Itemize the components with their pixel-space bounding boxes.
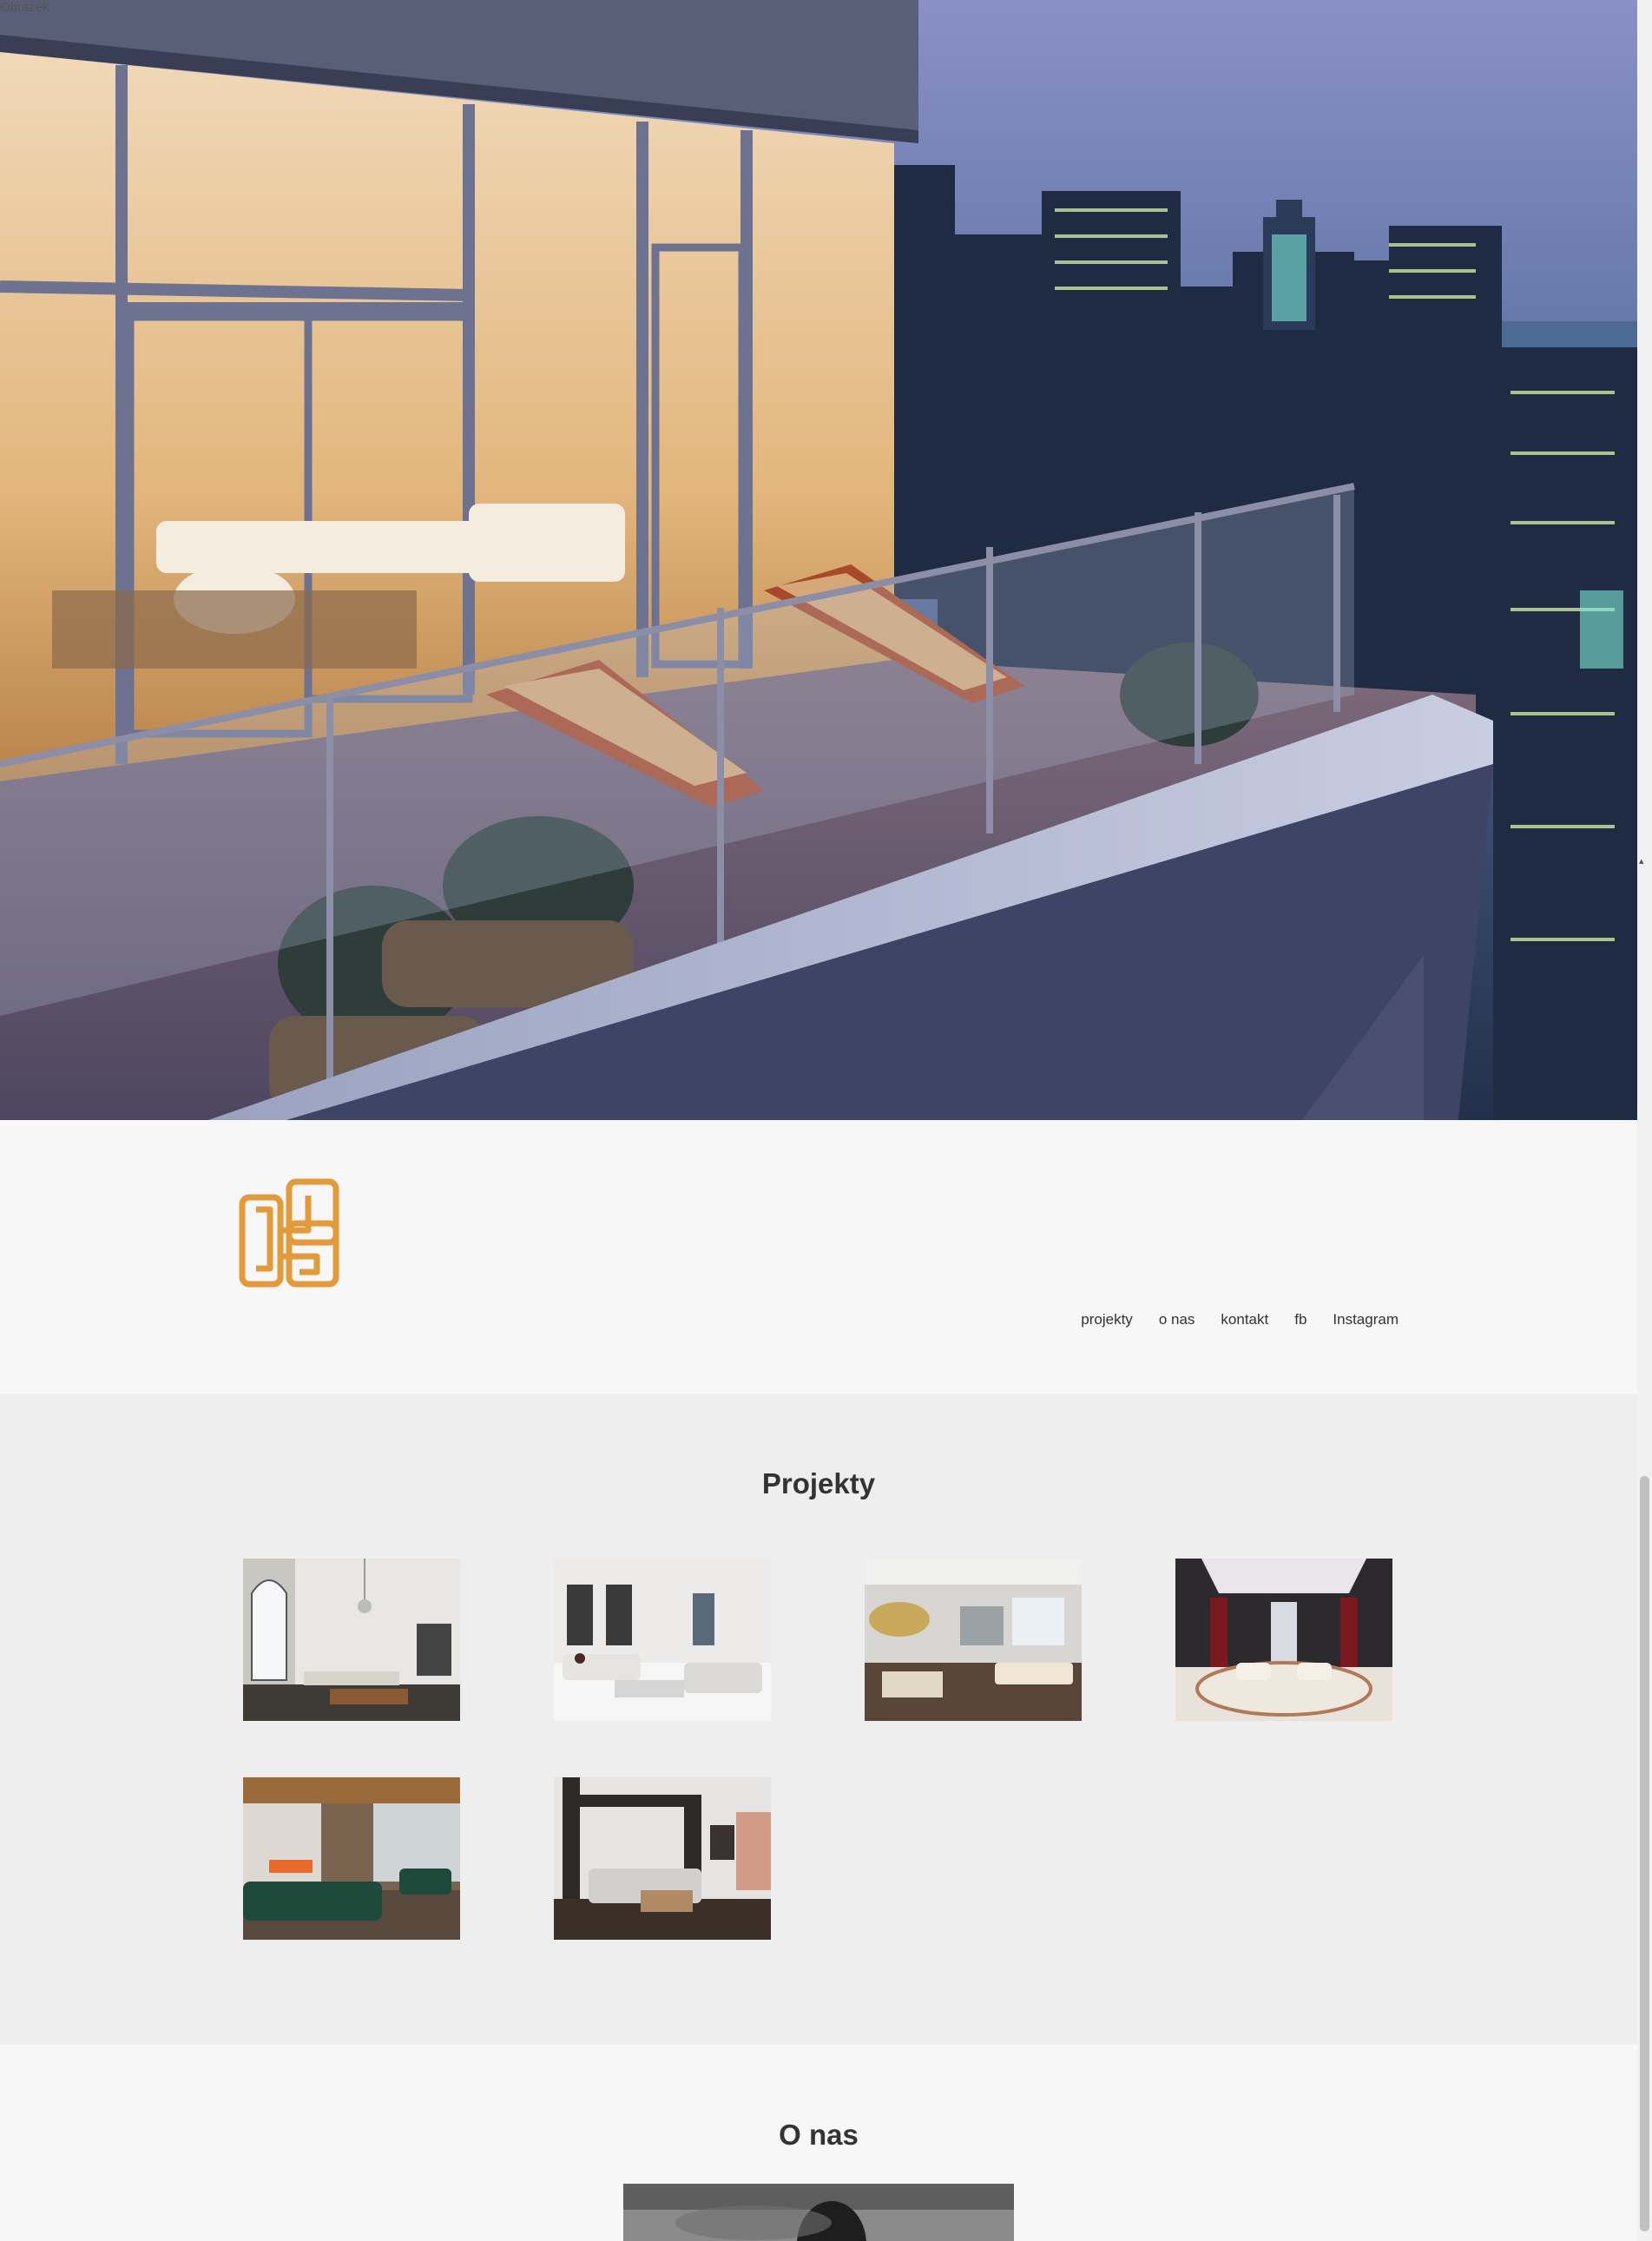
nav-link-kontakt[interactable]: kontakt xyxy=(1221,1311,1268,1328)
logo-icon[interactable] xyxy=(239,1178,339,1288)
project-thumbnail-3[interactable] xyxy=(865,1559,1082,1721)
nav-link-instagram[interactable]: Instagram xyxy=(1333,1311,1399,1328)
main-navigation: projekty o nas kontakt fb Instagram xyxy=(1081,1311,1399,1328)
nav-link-fb[interactable]: fb xyxy=(1294,1311,1306,1328)
about-heading: O nas xyxy=(779,2119,859,2151)
nav-link-projekty[interactable]: projekty xyxy=(1081,1311,1133,1328)
project-thumbnail-5[interactable] xyxy=(243,1777,460,1940)
project-thumbnail-2[interactable] xyxy=(554,1559,771,1721)
hero-image-alt-text: Obrazek xyxy=(0,0,49,15)
project-thumbnail-1[interactable] xyxy=(243,1559,460,1721)
hero-image: Obrazek xyxy=(0,0,1637,1120)
projects-heading: Projekty xyxy=(761,1467,876,1499)
hero-penthouse-illustration xyxy=(0,0,1637,1120)
scrollbar-thumb[interactable] xyxy=(1640,1476,1649,2231)
nav-link-o-nas[interactable]: o nas xyxy=(1159,1311,1195,1328)
about-photo xyxy=(623,2184,1014,2241)
project-thumbnail-6[interactable] xyxy=(554,1777,771,1940)
project-thumbnail-4[interactable] xyxy=(1175,1559,1392,1721)
scroll-up-arrow-icon[interactable]: ▴ xyxy=(1639,855,1644,867)
